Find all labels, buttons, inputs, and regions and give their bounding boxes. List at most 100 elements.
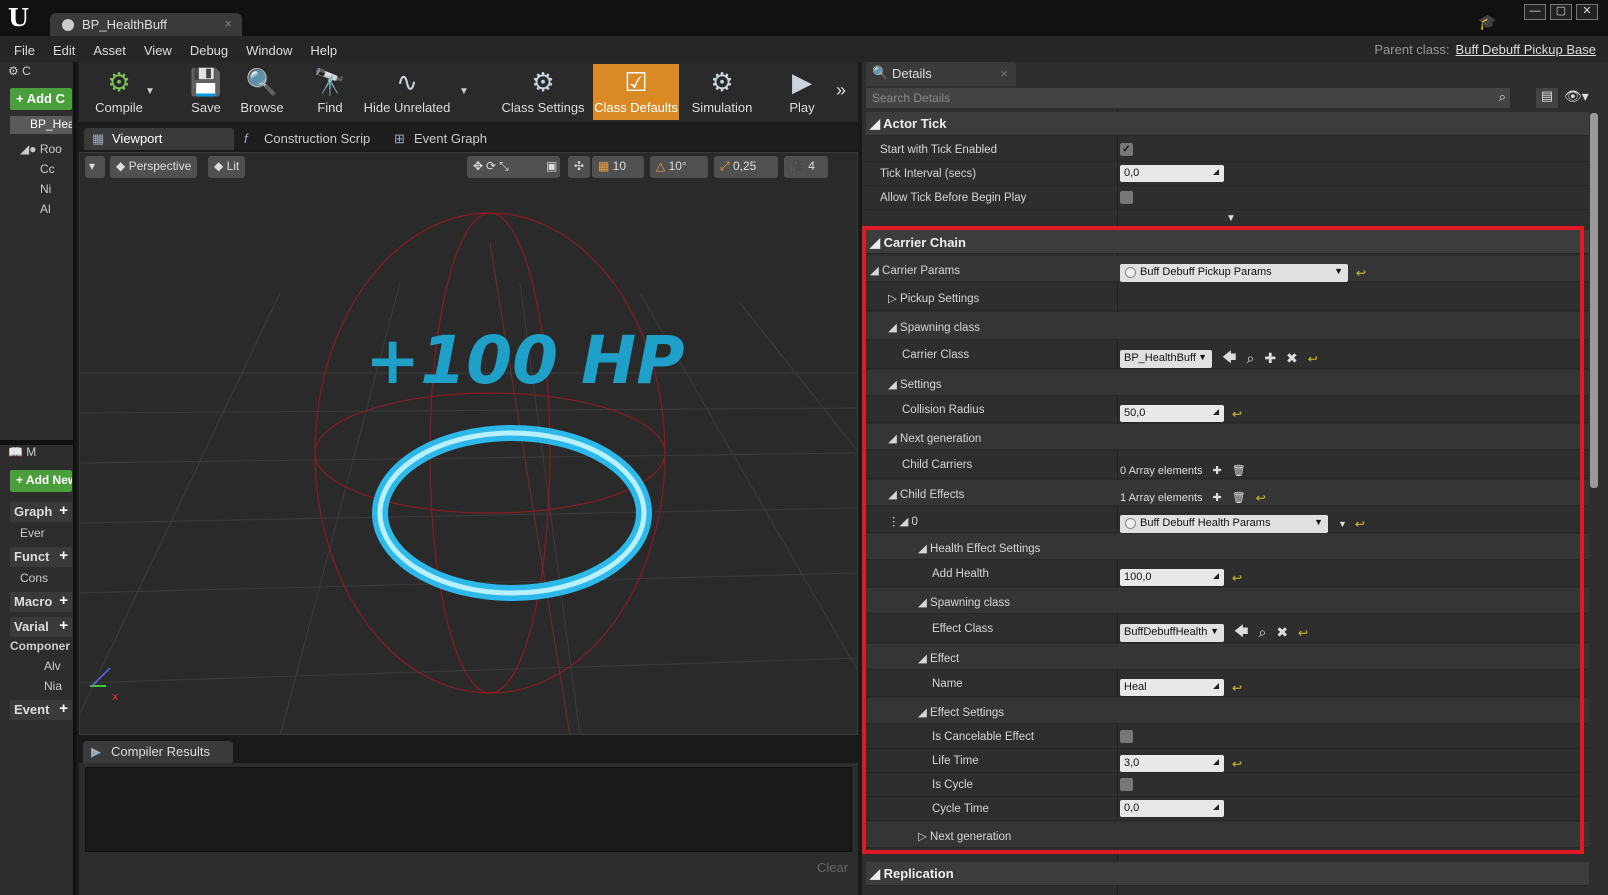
add-icon[interactable]: + xyxy=(59,547,68,564)
lit-label: Lit xyxy=(226,159,240,173)
viewport[interactable]: +100 HP x ▾ ◆ Perspective ◆ Lit ✥⟳⤡ ▣ ✣ … xyxy=(79,152,858,735)
category-replication[interactable]: ◢ Replication xyxy=(866,862,1589,886)
add-icon[interactable]: + xyxy=(59,617,68,634)
class-settings-gear-icon: ⚙ xyxy=(531,67,555,97)
tree-item-niagara[interactable]: Ni xyxy=(40,182,72,196)
close-tab-icon[interactable]: × xyxy=(1000,66,1008,81)
parent-class: Parent class: Buff Debuff Pickup Base xyxy=(1374,42,1596,57)
menu-edit[interactable]: Edit xyxy=(53,43,75,58)
tick-interval-input[interactable]: 0,0 xyxy=(1120,165,1224,182)
add-new-button[interactable]: + Add New xyxy=(10,470,72,492)
tree-item-text[interactable]: Al xyxy=(40,202,72,216)
add-component-button[interactable]: + Add C xyxy=(10,88,72,110)
variable-item[interactable]: Nia xyxy=(44,679,72,693)
property-label: Start with Tick Enabled xyxy=(880,144,997,156)
actor-tick-text: Actor Tick xyxy=(883,116,947,131)
lit-button[interactable]: ◆ Lit xyxy=(208,156,246,178)
menu-debug[interactable]: Debug xyxy=(190,43,228,58)
search-details-input[interactable]: Search Details ⌕ xyxy=(866,88,1510,108)
parent-class-link[interactable]: Buff Debuff Pickup Base xyxy=(1456,42,1596,57)
category-label: Componer xyxy=(10,639,70,653)
tree-item-component[interactable]: Cc xyxy=(40,162,72,176)
transform-tools[interactable]: ✥⟳⤡ xyxy=(467,156,547,178)
section-variables[interactable]: Varial + xyxy=(10,617,72,637)
section-macros[interactable]: Macro + xyxy=(10,592,72,612)
add-icon[interactable]: + xyxy=(59,700,68,717)
maximize-icon[interactable]: ▢ xyxy=(1550,4,1572,20)
play-icon: ▶ xyxy=(792,67,812,97)
tab-construction-script[interactable]: f Construction Scrip xyxy=(236,128,384,150)
my-blueprint-tab[interactable]: 📖 M xyxy=(8,445,70,463)
hide-unrelated-button[interactable]: ∿ Hide Unrelated xyxy=(362,64,452,120)
advanced-expand-icon[interactable]: ▼ xyxy=(1226,213,1236,224)
unreal-logo-icon[interactable]: U xyxy=(8,4,36,32)
close-window-icon[interactable]: ✕ xyxy=(1576,4,1598,20)
save-button[interactable]: 💾 Save xyxy=(180,64,232,120)
grid-snap-toggle[interactable]: ▦ 10 xyxy=(592,156,644,178)
details-scrollbar[interactable] xyxy=(1590,113,1598,488)
menu-view[interactable]: View xyxy=(144,43,172,58)
compiler-results-tab[interactable]: ▶ Compiler Results xyxy=(83,741,233,763)
window-controls: — ▢ ✕ xyxy=(1524,4,1598,22)
menu-help[interactable]: Help xyxy=(310,43,337,58)
clear-button[interactable]: Clear xyxy=(817,860,848,875)
components-tab[interactable]: ⚙ C xyxy=(8,64,70,82)
browse-magnifier-icon: 🔍 xyxy=(245,67,279,97)
function-item[interactable]: Cons xyxy=(20,571,72,585)
tab-event-graph[interactable]: ⊞ Event Graph xyxy=(386,128,530,150)
section-event-dispatchers[interactable]: Event + xyxy=(10,700,72,720)
close-tab-icon[interactable]: × xyxy=(224,16,232,31)
class-defaults-button[interactable]: ☑ Class Defaults xyxy=(593,64,679,120)
components-tab-label: C xyxy=(22,64,31,78)
viewport-options-icon[interactable]: ▾ xyxy=(85,156,105,178)
tree-item-root[interactable]: ◢● Roo xyxy=(20,142,72,156)
minimize-icon[interactable]: — xyxy=(1524,4,1546,20)
perspective-button[interactable]: ◆ Perspective xyxy=(110,156,198,178)
view-options-eye-icon[interactable]: 👁▾ xyxy=(1564,88,1594,108)
camera-speed-button[interactable]: 🎥 4 xyxy=(784,156,828,178)
compiler-icon: ▶ xyxy=(91,744,101,759)
add-icon[interactable]: + xyxy=(59,592,68,609)
property-matrix-icon[interactable]: ▤ xyxy=(1536,88,1558,108)
learn-cap-icon[interactable]: 🎓 xyxy=(1478,13,1497,31)
root-item-label: BP_Hea xyxy=(30,117,72,131)
allow-tick-checkbox[interactable] xyxy=(1120,191,1133,204)
main-menu: File Edit Asset View Debug Window Help xyxy=(14,43,355,58)
document-tab[interactable]: BP_HealthBuff × xyxy=(50,13,242,37)
browse-button[interactable]: 🔍 Browse xyxy=(234,64,290,120)
item-label: Cons xyxy=(20,571,49,585)
category-actor-tick[interactable]: ◢ Actor Tick xyxy=(866,112,1589,136)
play-button[interactable]: ▶ Play xyxy=(774,64,830,120)
simulation-button[interactable]: ⚙ Simulation xyxy=(684,64,760,120)
menu-window[interactable]: Window xyxy=(246,43,292,58)
menu-file[interactable]: File xyxy=(14,43,35,58)
scale-snap-toggle[interactable]: ⤢ 0,25 xyxy=(714,156,778,178)
world-local-icon[interactable]: ✣ xyxy=(568,156,590,178)
class-settings-button[interactable]: ⚙ Class Settings xyxy=(500,64,586,120)
toolbar-overflow-icon[interactable]: » xyxy=(836,80,846,101)
tab-viewport[interactable]: ▦ Viewport xyxy=(84,128,234,150)
start-tick-checkbox[interactable]: ✓ xyxy=(1120,143,1133,156)
variable-item[interactable]: Alv xyxy=(44,659,72,673)
simulation-icon: ⚙ xyxy=(710,67,734,97)
tab-construction-label: Construction Scrip xyxy=(264,131,371,146)
tree-label: Al xyxy=(40,202,51,216)
section-functions[interactable]: Funct + xyxy=(10,547,72,567)
rotation-snap-toggle[interactable]: △ 10° xyxy=(650,156,708,178)
section-label: Funct xyxy=(14,549,50,564)
menu-asset[interactable]: Asset xyxy=(93,43,126,58)
svg-text:x: x xyxy=(112,690,119,703)
root-blueprint-item[interactable]: BP_Hea xyxy=(10,116,72,134)
graph-item[interactable]: Ever xyxy=(20,526,72,540)
details-tab[interactable]: 🔍 Details × xyxy=(866,62,1016,86)
surface-snap-icon[interactable]: ▣ xyxy=(540,156,560,178)
compile-label: Compile xyxy=(95,100,143,115)
add-icon[interactable]: + xyxy=(59,502,68,519)
document-tab-label: BP_HealthBuff xyxy=(82,17,168,32)
section-label: Graph xyxy=(14,504,53,519)
compile-options-chevron-icon[interactable]: ▼ xyxy=(145,86,155,97)
hide-unrelated-chevron-icon[interactable]: ▼ xyxy=(459,86,469,97)
section-graphs[interactable]: Graph + xyxy=(10,502,72,522)
find-button[interactable]: 🔭 Find xyxy=(302,64,358,120)
components-category[interactable]: Componer xyxy=(10,639,72,653)
